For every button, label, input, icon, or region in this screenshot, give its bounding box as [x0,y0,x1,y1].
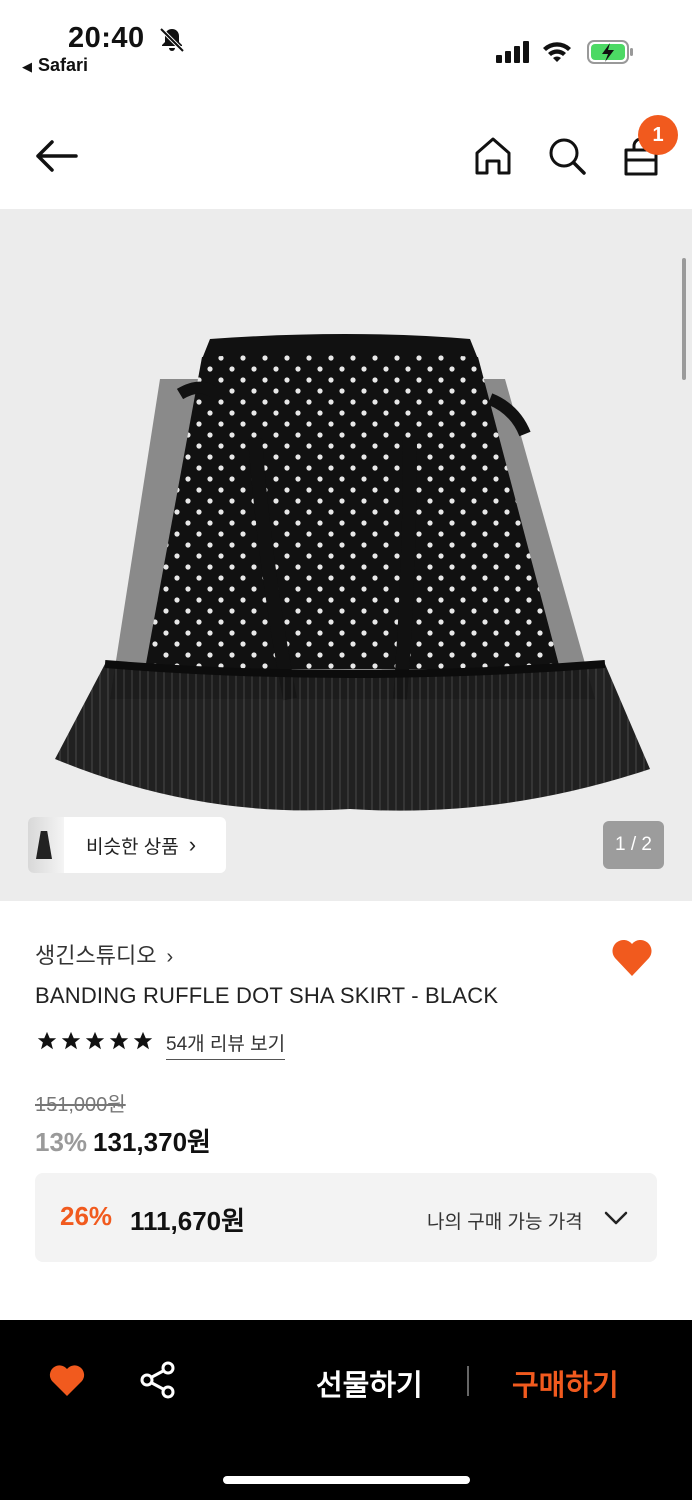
my-price-dropdown[interactable]: 26% 111,670원 나의 구매 가능 가격 [35,1173,657,1262]
chevron-right-icon: › [166,946,174,968]
chevron-right-icon: › [188,832,197,857]
original-price: 151,000원 [35,1094,126,1116]
my-discount-percent: 26% [60,1201,113,1231]
my-price-label: 나의 구매 가능 가격 [427,1212,583,1233]
top-navigation [0,110,692,206]
image-page-indicator: 1 / 2 [603,821,664,869]
divider [467,1366,469,1396]
similar-products-label: 비슷한 상품 [86,836,179,858]
bottom-action-bar: 선물하기 구매하기 [0,1320,692,1500]
back-to-app-link[interactable]: ◀ Safari [22,55,88,76]
similar-products-button[interactable]: 비슷한 상품 › [28,817,226,873]
star-icon [85,1031,105,1050]
search-icon[interactable] [546,134,588,178]
scroll-indicator[interactable] [682,258,686,380]
star-icon [37,1031,57,1050]
status-bar: 20:40 ◀ Safari [0,0,692,96]
back-arrow-icon[interactable] [32,136,80,176]
share-icon[interactable] [138,1360,178,1400]
star-icon [61,1031,81,1050]
brand-link[interactable]: 생긴스튜디오 › [35,938,173,970]
sale-price: 131,370원 [93,1127,211,1157]
chevron-down-icon [604,1211,628,1225]
home-indicator[interactable] [223,1476,470,1484]
back-app-label: Safari [38,55,89,75]
product-image [55,334,650,811]
product-name: BANDING RUFFLE DOT SHA SKIRT - BLACK [35,983,499,1008]
similar-product-thumbnail [28,817,64,873]
battery-charging-icon [587,40,633,64]
wifi-icon [543,42,571,62]
brand-name: 생긴스튜디오 [35,943,157,968]
home-icon[interactable] [472,134,514,178]
heart-icon[interactable] [610,936,654,978]
product-image-gallery[interactable] [0,209,692,901]
gift-button[interactable]: 선물하기 [316,1362,423,1404]
star-icon [133,1031,153,1050]
discount-percent: 13% [35,1127,88,1157]
cart-count-badge: 1 [638,115,678,155]
back-triangle-icon: ◀ [22,59,32,74]
view-reviews-link[interactable]: 54개 리뷰 보기 [166,1029,286,1060]
buy-button[interactable]: 구매하기 [512,1362,619,1404]
star-icon [109,1031,129,1050]
sale-price-row: 13% 131,370원 [35,1122,211,1159]
cellular-signal-icon [496,41,529,63]
heart-icon[interactable] [48,1362,86,1398]
silent-bell-icon [159,27,185,53]
star-rating [36,1030,154,1052]
status-time: 20:40 [68,22,145,54]
my-price: 111,670원 [130,1206,246,1236]
